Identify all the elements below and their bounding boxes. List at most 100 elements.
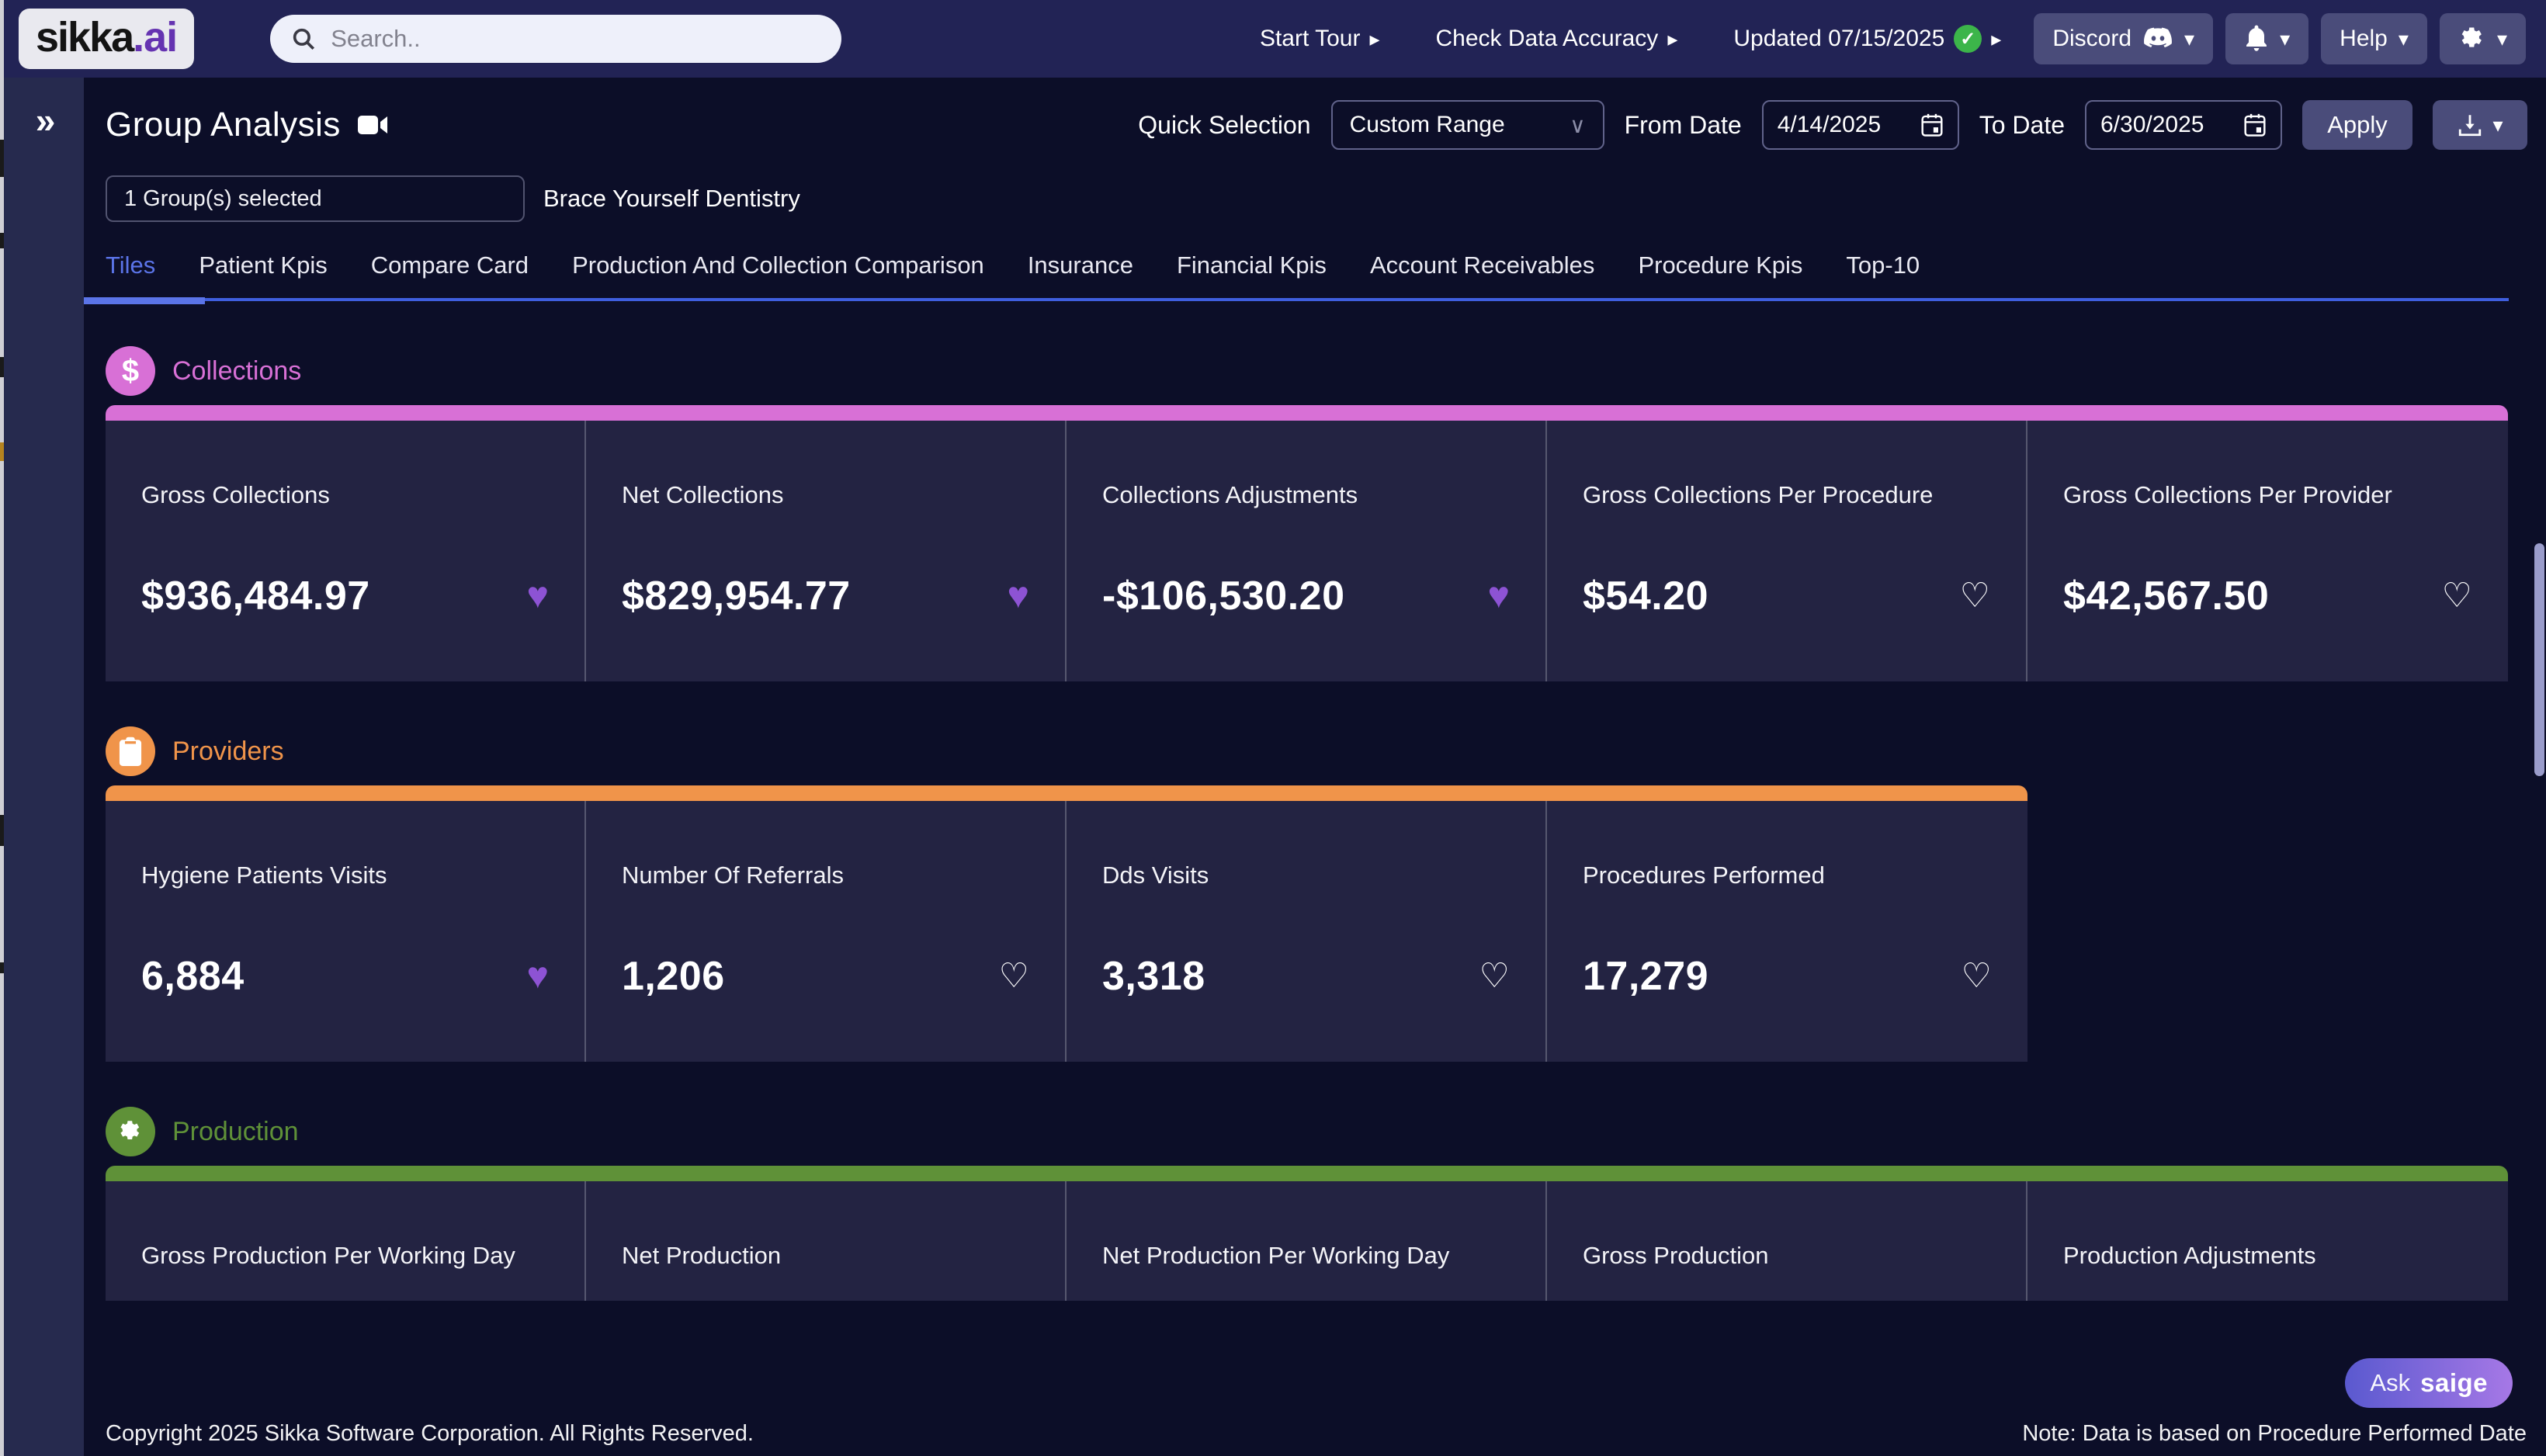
tab-financial-kpis[interactable]: Financial Kpis: [1177, 251, 1327, 279]
download-icon: [2457, 112, 2483, 138]
section-accent-bar: [106, 1166, 2508, 1181]
calendar-icon[interactable]: [1920, 113, 1944, 137]
search-icon: [290, 26, 317, 52]
group-name: Brace Yourself Dentistry: [543, 185, 800, 213]
sidebar-expand-icon[interactable]: »: [21, 99, 68, 141]
favorite-heart-filled-icon[interactable]: ♥: [1008, 577, 1030, 615]
group-selected-box[interactable]: 1 Group(s) selected: [106, 175, 525, 222]
search-bar[interactable]: [270, 15, 841, 63]
chevron-down-icon: ▾: [2399, 29, 2409, 49]
kpi-card-value: 17,279: [1583, 953, 1708, 1000]
help-label: Help: [2340, 26, 2388, 52]
dollar-icon: $: [106, 346, 155, 396]
help-button[interactable]: Help ▾: [2321, 13, 2427, 64]
caret-right-icon: ▸: [1369, 29, 1379, 49]
favorite-heart-filled-icon[interactable]: ♥: [527, 577, 550, 615]
apply-button[interactable]: Apply: [2302, 100, 2412, 150]
kpi-card-value: 1,206: [622, 953, 725, 1000]
card-gross-production: Gross Production: [1547, 1181, 2027, 1301]
favorite-heart-outline-icon[interactable]: ♡: [1479, 959, 1510, 993]
card-dds-visits: Dds Visits 3,318 ♡: [1067, 801, 1547, 1062]
video-tour-icon[interactable]: [358, 114, 389, 136]
kpi-card-title: Number Of Referrals: [622, 858, 999, 893]
tabs: Tiles Patient Kpis Compare Card Production …: [106, 251, 2509, 301]
chevron-down-icon: ▾: [2497, 29, 2507, 49]
tab-account-receivables[interactable]: Account Receivables: [1370, 251, 1595, 279]
favorite-heart-filled-icon[interactable]: ♥: [527, 958, 550, 995]
collapsed-sidebar: »: [4, 78, 84, 1456]
favorite-heart-outline-icon[interactable]: ♡: [2442, 579, 2472, 613]
from-date-label: From Date: [1625, 111, 1742, 140]
kpi-card-value: $42,567.50: [2063, 573, 2269, 619]
quick-selection-select[interactable]: Custom Range ∨: [1331, 100, 1604, 150]
calendar-icon[interactable]: [2243, 113, 2267, 137]
data-note-text: Note: Data is based on Procedure Perform…: [2022, 1421, 2527, 1447]
kpi-card-title: Gross Collections Per Provider: [2063, 478, 2440, 512]
tab-patient-kpis[interactable]: Patient Kpis: [199, 251, 327, 279]
to-date-input[interactable]: 6/30/2025: [2085, 100, 2282, 150]
tab-tiles[interactable]: Tiles: [106, 251, 155, 279]
check-data-accuracy-label: Check Data Accuracy: [1436, 26, 1659, 52]
chevron-down-icon: ∨: [1570, 113, 1586, 138]
clipboard-icon: [106, 726, 155, 776]
sikka-logo[interactable]: sikka.ai: [19, 9, 194, 69]
from-date-value: 4/14/2025: [1778, 112, 1881, 138]
section-title: Collections: [172, 356, 301, 387]
updated-label: Updated 07/15/2025: [1733, 26, 1944, 52]
card-net-collections: Net Collections $829,954.77 ♥: [586, 421, 1067, 681]
kpi-card-value: -$106,530.20: [1102, 573, 1345, 619]
favorite-heart-outline-icon[interactable]: ♡: [999, 959, 1029, 993]
vertical-scrollbar[interactable]: [2534, 543, 2544, 776]
kpi-card-title: Gross Production Per Working Day: [141, 1239, 519, 1273]
card-gross-collections-per-provider: Gross Collections Per Provider $42,567.5…: [2027, 421, 2508, 681]
card-hygiene-patients-visits: Hygiene Patients Visits 6,884 ♥: [106, 801, 586, 1062]
notifications-button[interactable]: ▾: [2225, 13, 2308, 64]
kpi-card-title: Net Production: [622, 1239, 999, 1273]
section-collections: $ Collections Gross Collections $936,484…: [106, 346, 2546, 681]
search-input[interactable]: [331, 25, 821, 53]
card-gross-collections-per-procedure: Gross Collections Per Procedure $54.20 ♡: [1547, 421, 2027, 681]
caret-right-icon: ▸: [1667, 29, 1677, 49]
kpi-card-title: Gross Collections Per Procedure: [1583, 478, 1960, 512]
favorite-heart-outline-icon[interactable]: ♡: [1960, 579, 1990, 613]
kpi-card-title: Production Adjustments: [2063, 1239, 2440, 1273]
page-title: Group Analysis: [106, 106, 341, 144]
copyright-text: Copyright 2025 Sikka Software Corporatio…: [106, 1421, 754, 1447]
tab-production-and-collection-comparison[interactable]: Production And Collection Comparison: [572, 251, 984, 279]
kpi-card-title: Net Collections: [622, 478, 999, 512]
start-tour-link[interactable]: Start Tour ▸: [1260, 26, 1380, 52]
tab-compare-card[interactable]: Compare Card: [371, 251, 529, 279]
kpi-card-value: $936,484.97: [141, 573, 370, 619]
tab-insurance[interactable]: Insurance: [1028, 251, 1133, 279]
tab-procedure-kpis[interactable]: Procedure Kpis: [1638, 251, 1802, 279]
card-net-production-per-working-day: Net Production Per Working Day: [1067, 1181, 1547, 1301]
section-title: Providers: [172, 737, 284, 767]
ask-label: Ask: [2370, 1369, 2410, 1397]
from-date-input[interactable]: 4/14/2025: [1762, 100, 1959, 150]
kpi-card-title: Procedures Performed: [1583, 858, 1960, 893]
to-date-value: 6/30/2025: [2100, 112, 2204, 138]
saige-brand: saige: [2420, 1368, 2488, 1398]
settings-button[interactable]: ▾: [2440, 13, 2526, 64]
check-data-accuracy-link[interactable]: Check Data Accuracy ▸: [1436, 26, 1678, 52]
card-collections-adjustments: Collections Adjustments -$106,530.20 ♥: [1067, 421, 1547, 681]
card-net-production: Net Production: [586, 1181, 1067, 1301]
discord-label: Discord: [2052, 26, 2131, 52]
page-header: Group Analysis Quick Selection Custom Ra…: [106, 98, 2546, 152]
favorite-heart-outline-icon[interactable]: ♡: [1962, 959, 1992, 993]
favorite-heart-filled-icon[interactable]: ♥: [1488, 577, 1511, 615]
discord-icon: [2142, 26, 2173, 51]
updated-status-link[interactable]: Updated 07/15/2025 ✓ ▸: [1733, 25, 2001, 53]
chevron-down-icon: ▾: [2184, 29, 2194, 49]
window-edge: [0, 0, 4, 1456]
kpi-card-title: Net Production Per Working Day: [1102, 1239, 1479, 1273]
group-selected-text: 1 Group(s) selected: [124, 186, 322, 212]
to-date-label: To Date: [1979, 111, 2065, 140]
tab-top-10[interactable]: Top-10: [1846, 251, 1920, 279]
ask-saige-button[interactable]: Ask saige: [2345, 1358, 2513, 1408]
discord-button[interactable]: Discord ▾: [2034, 13, 2213, 64]
download-button[interactable]: ▾: [2433, 100, 2527, 150]
section-providers: Providers Hygiene Patients Visits 6,884 …: [106, 726, 2546, 1062]
kpi-card-title: Hygiene Patients Visits: [141, 858, 519, 893]
card-number-of-referrals: Number Of Referrals 1,206 ♡: [586, 801, 1067, 1062]
